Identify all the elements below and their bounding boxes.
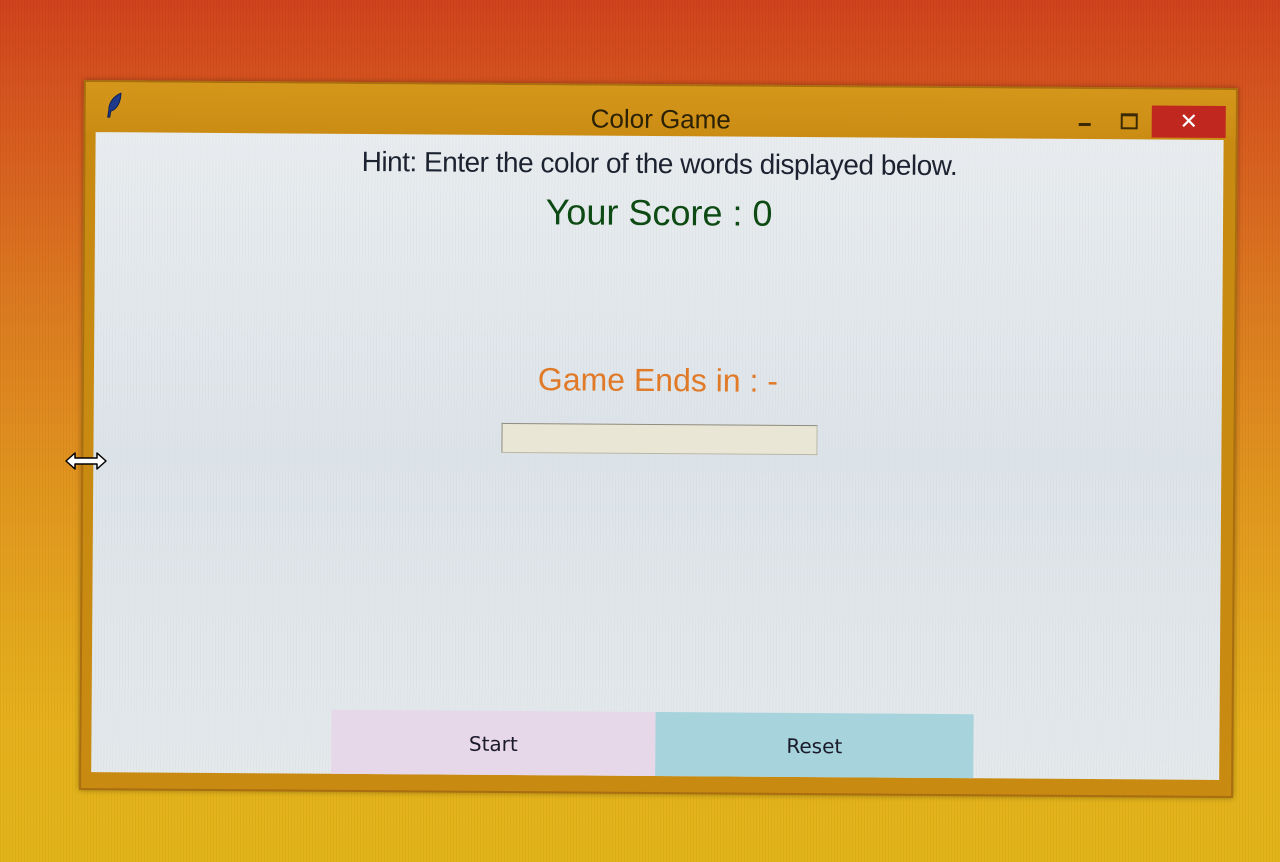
close-button[interactable]: ✕ <box>1151 105 1226 138</box>
start-button[interactable]: Start <box>331 709 656 779</box>
game-area: Hint: Enter the color of the words displ… <box>91 132 1224 780</box>
reset-button[interactable]: Reset <box>655 712 974 780</box>
maximize-icon <box>1120 113 1138 130</box>
timer-label: Game Ends in : - <box>537 361 779 399</box>
window-titlebar[interactable]: Color Game ✕ <box>85 82 1236 141</box>
minimize-icon <box>1078 122 1091 126</box>
maximize-button[interactable] <box>1106 105 1152 137</box>
hint-label: Hint: Enter the color of the words displ… <box>361 145 958 182</box>
color-game-window: Color Game ✕ Hint: Enter the color of th… <box>79 80 1238 799</box>
close-icon: ✕ <box>1179 108 1199 134</box>
minimize-button[interactable] <box>1062 105 1108 137</box>
score-label: Your Score : 0 <box>545 191 773 234</box>
color-entry-input[interactable] <box>501 422 818 456</box>
horizontal-resize-cursor-icon <box>65 452 107 470</box>
